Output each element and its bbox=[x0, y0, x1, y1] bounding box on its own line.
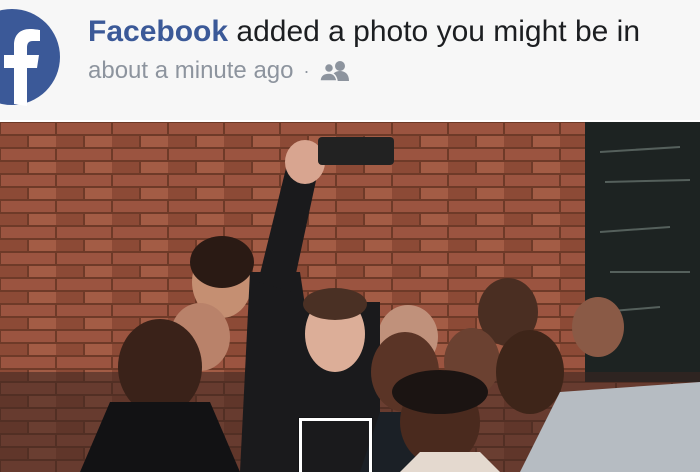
notification-action-text: added a photo you might be in bbox=[236, 15, 641, 48]
suggested-tag-face-box[interactable] bbox=[299, 418, 372, 472]
actor-name[interactable]: Facebook bbox=[88, 15, 228, 48]
notification-title: Facebook added a photo you might be in bbox=[88, 12, 640, 52]
facebook-logo-icon[interactable] bbox=[0, 8, 60, 106]
meta-separator: · bbox=[303, 61, 310, 81]
timestamp[interactable]: about a minute ago bbox=[88, 54, 294, 88]
tagged-photo[interactable] bbox=[0, 122, 700, 472]
notification-meta: about a minute ago · bbox=[88, 54, 350, 88]
friends-icon[interactable] bbox=[319, 60, 350, 82]
notification-header[interactable]: Facebook added a photo you might be in a… bbox=[0, 0, 700, 120]
